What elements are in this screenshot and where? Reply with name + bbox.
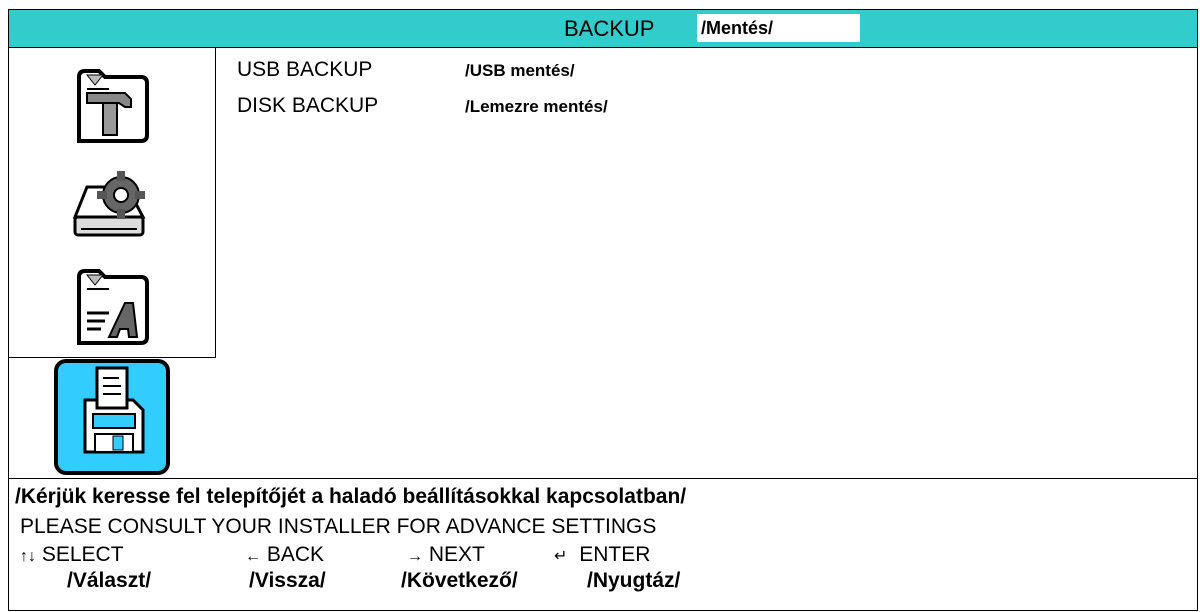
notice-english: PLEASE CONSULT YOUR INSTALLER FOR ADVANC… [20, 515, 657, 538]
key-label: BACK [266, 543, 325, 566]
key-hint-select-hu: /Választ/ [67, 569, 152, 592]
system-tools-icon[interactable] [75, 67, 151, 150]
key-hint-back-hu: /Vissza/ [249, 569, 326, 592]
disk-settings-icon[interactable] [69, 167, 159, 252]
backup-floppy-icon[interactable] [53, 358, 171, 481]
menu-item-disk-backup[interactable]: DISK BACKUP /Lemezre mentés/ [237, 94, 608, 118]
up-down-arrow-icon: ↑↓ [20, 548, 36, 565]
title-bar: BACKUP /Mentés/ [9, 10, 1197, 48]
left-arrow-icon: ← [245, 548, 261, 565]
key-hint-select: ↑↓ SELECT [20, 543, 124, 567]
menu-item-hint: /Lemezre mentés/ [465, 97, 608, 116]
enter-icon: ↵ [554, 548, 568, 565]
footer: /Kérjük keresse fel telepítőjét a haladó… [9, 478, 1197, 612]
key-hint-enter-hu: /Nyugtáz/ [587, 569, 681, 592]
key-label: NEXT [428, 543, 485, 566]
key-label: ENTER [579, 543, 651, 566]
key-hint-next-hu: /Következő/ [401, 569, 518, 592]
notice-hungarian: /Kérjük keresse fel telepítőjét a haladó… [15, 485, 687, 508]
right-arrow-icon: → [407, 548, 423, 565]
key-label: SELECT [41, 543, 124, 566]
page-title: BACKUP [564, 16, 655, 41]
page-title-translation: /Mentés/ [697, 14, 860, 42]
menu-item-usb-backup[interactable]: USB BACKUP /USB mentés/ [237, 58, 575, 82]
menu-item-hint: /USB mentés/ [465, 61, 575, 80]
key-hint-next: → NEXT [407, 543, 485, 567]
backup-screen: BACKUP /Mentés/ USB BACKUP /USB mentés/ … [8, 9, 1198, 611]
key-hint-back: ← BACK [245, 543, 324, 567]
key-hint-enter: ↵ ENTER [554, 543, 650, 567]
text-settings-icon[interactable] [75, 267, 151, 352]
menu-item-label: DISK BACKUP [237, 94, 379, 117]
menu-item-label: USB BACKUP [237, 58, 373, 81]
